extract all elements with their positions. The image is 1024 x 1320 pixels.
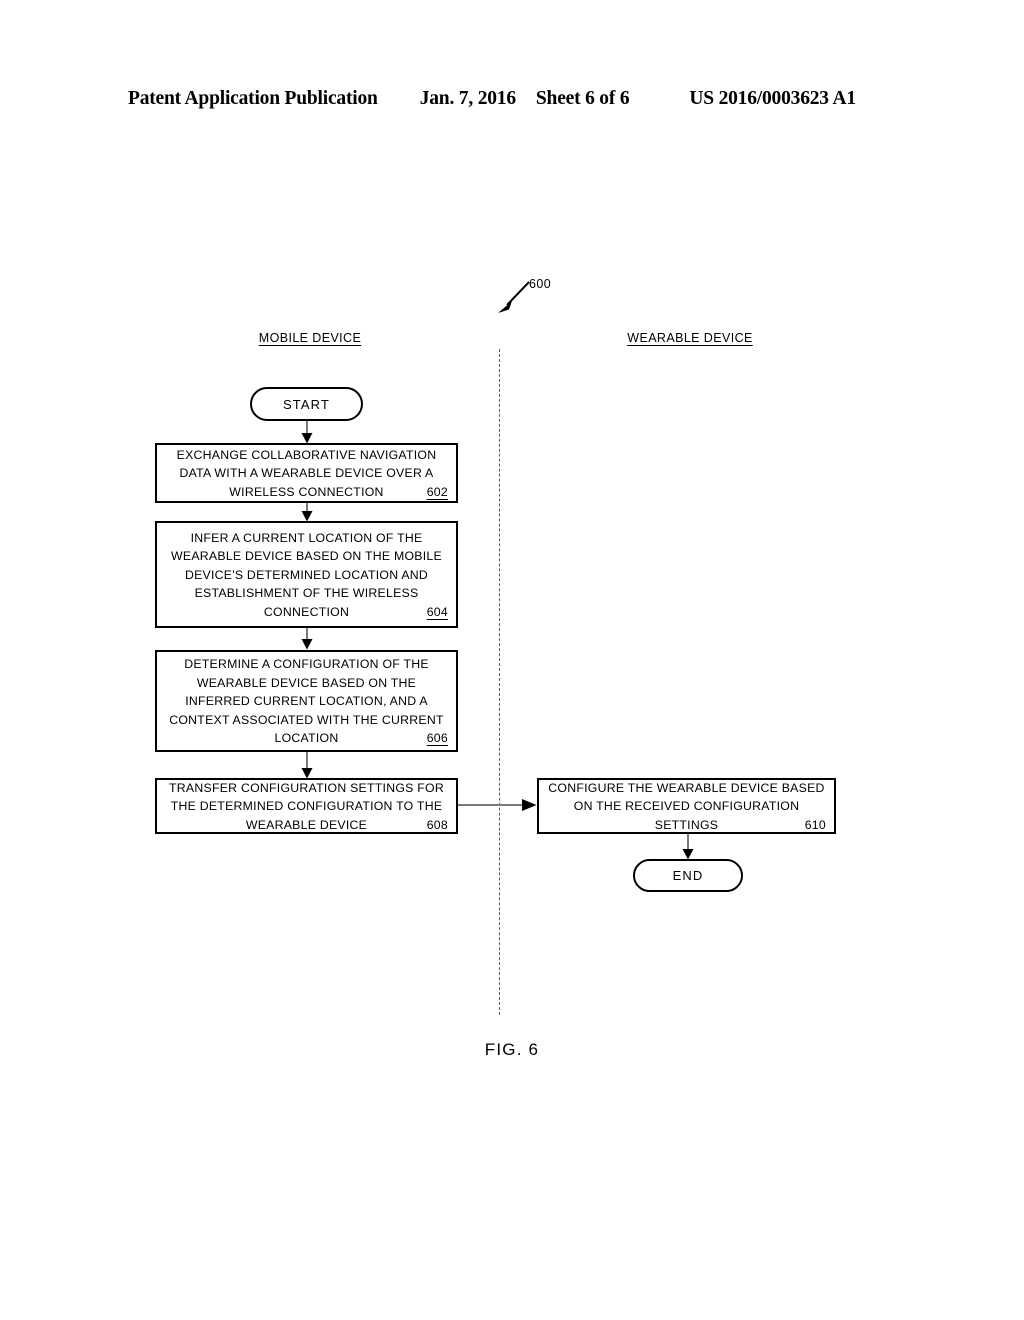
- connector-608-to-610: [458, 797, 538, 813]
- figure-caption: FIG. 6: [484, 1040, 540, 1059]
- process-box-604-line-1: INFER A CURRENT LOCATION OF THE: [190, 530, 423, 545]
- terminal-end: END: [633, 859, 743, 892]
- process-box-606-last-line: LOCATION 606: [163, 729, 450, 748]
- process-box-606: DETERMINE A CONFIGURATION OF THE WEARABL…: [155, 650, 458, 752]
- process-box-602-reference: 602: [426, 484, 448, 499]
- figure-reference-leader-arrow-icon: [496, 280, 532, 314]
- process-box-604-line-3: DEVICE'S DETERMINED LOCATION AND: [184, 567, 429, 582]
- terminal-end-label: END: [672, 868, 704, 883]
- connector-610-to-end: [681, 834, 695, 860]
- terminal-start: START: [250, 387, 363, 421]
- process-box-610-line-3: SETTINGS: [654, 817, 719, 832]
- process-box-604-reference: 604: [426, 604, 448, 619]
- process-box-604-line-4: ESTABLISHMENT OF THE WIRELESS: [194, 586, 419, 601]
- terminal-start-label: START: [283, 396, 330, 412]
- process-box-610-reference: 610: [804, 817, 826, 832]
- process-box-610: CONFIGURE THE WEARABLE DEVICE BASED ON T…: [537, 778, 836, 834]
- process-box-604-line-2: WEARABLE DEVICE BASED ON THE MOBILE: [171, 549, 442, 564]
- process-box-608: TRANSFER CONFIGURATION SETTINGS FOR THE …: [155, 778, 458, 834]
- connector-602-to-604: [300, 503, 314, 522]
- process-box-610-line-2: ON THE RECEIVED CONFIGURATION: [573, 799, 800, 814]
- swimlane-title-mobile-device: MOBILE DEVICE: [258, 331, 362, 345]
- process-box-602-line-3: WIRELESS CONNECTION: [229, 484, 384, 499]
- process-box-604: INFER A CURRENT LOCATION OF THE WEARABLE…: [155, 521, 458, 628]
- swimlane-title-wearable-device: WEARABLE DEVICE: [627, 331, 753, 345]
- swimlane-divider: [499, 349, 500, 1015]
- process-box-606-line-4: CONTEXT ASSOCIATED WITH THE CURRENT: [169, 712, 444, 727]
- process-box-608-reference: 608: [426, 817, 448, 832]
- process-box-604-last-line: CONNECTION 604: [163, 603, 450, 622]
- process-box-602-line-1: EXCHANGE COLLABORATIVE NAVIGATION: [176, 447, 437, 462]
- process-box-608-line-3: WEARABLE DEVICE: [245, 817, 368, 832]
- process-box-606-line-3: INFERRED CURRENT LOCATION, AND A: [185, 694, 428, 709]
- process-box-608-line-1: TRANSFER CONFIGURATION SETTINGS FOR: [169, 780, 444, 795]
- connector-start-to-602: [300, 421, 314, 444]
- connector-604-to-606: [300, 628, 314, 650]
- process-box-610-last-line: SETTINGS 610: [545, 816, 828, 835]
- process-box-606-line-5: LOCATION: [274, 731, 339, 746]
- process-box-608-last-line: WEARABLE DEVICE 608: [163, 816, 450, 835]
- process-box-602: EXCHANGE COLLABORATIVE NAVIGATION DATA W…: [155, 443, 458, 503]
- process-box-608-line-2: THE DETERMINED CONFIGURATION TO THE: [170, 799, 443, 814]
- process-box-604-line-5: CONNECTION: [263, 604, 350, 619]
- process-box-606-line-2: WEARABLE DEVICE BASED ON THE: [196, 675, 417, 690]
- process-box-606-reference: 606: [426, 731, 448, 746]
- figure-drawing-sheet: MOBILE DEVICE WEARABLE DEVICE 600 START …: [0, 0, 1024, 1320]
- process-box-602-line-2: DATA WITH A WEARABLE DEVICE OVER A: [179, 466, 434, 481]
- process-box-606-line-1: DETERMINE A CONFIGURATION OF THE: [184, 657, 429, 672]
- process-box-610-line-1: CONFIGURE THE WEARABLE DEVICE BASED: [548, 780, 825, 795]
- figure-reference-numeral-600: 600: [529, 277, 552, 291]
- connector-606-to-608: [300, 752, 314, 779]
- process-box-602-last-line: WIRELESS CONNECTION 602: [163, 483, 450, 502]
